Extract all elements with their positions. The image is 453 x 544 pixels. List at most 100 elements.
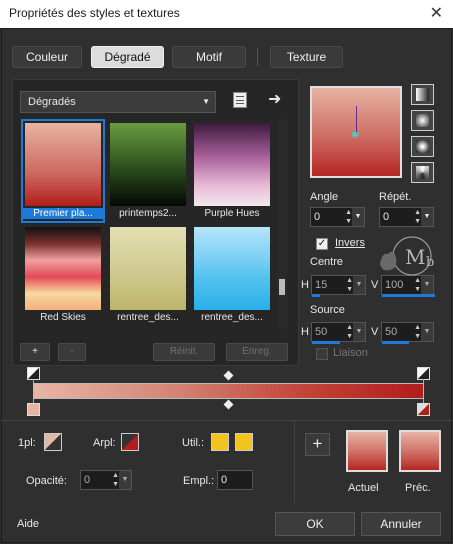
current-label: Actuel <box>348 482 379 494</box>
invert-label: Invers <box>335 237 365 249</box>
tab-couleur[interactable]: Couleur <box>12 46 82 68</box>
source-label: Source <box>310 304 345 316</box>
user-colors-label: Util.: <box>182 437 204 449</box>
sunburst-gradient-icon <box>416 140 429 153</box>
scrollbar-thumb[interactable] <box>279 279 285 295</box>
color-stop-end[interactable] <box>417 403 430 416</box>
window-title: Propriétés des styles et textures <box>9 6 180 20</box>
spin-arrows-icon[interactable]: ▲ ▼ <box>414 208 421 226</box>
gradient-item[interactable]: Premier pla... <box>21 119 105 223</box>
close-icon[interactable]: ✕ <box>430 3 443 23</box>
library-menu-icon[interactable] <box>233 92 247 108</box>
background-stop-swatch[interactable] <box>121 433 139 451</box>
source-h-slider[interactable] <box>312 341 340 344</box>
repeat-input[interactable]: 0 ▲ ▼ ▼ <box>379 207 434 227</box>
gradient-editor-bar[interactable] <box>33 383 424 399</box>
centre-h-label: H <box>301 279 309 291</box>
centre-v-slider[interactable] <box>382 294 435 297</box>
sunburst-style-button[interactable] <box>411 136 434 157</box>
source-v-input[interactable]: 50 ▲ ▼ ▼ <box>381 322 434 344</box>
spin-arrows-icon[interactable]: ▲ ▼ <box>346 276 353 294</box>
spin-arrows-icon[interactable]: ▲ ▼ <box>414 323 421 341</box>
repeat-label: Répét. <box>379 191 412 203</box>
previous-label: Préc. <box>405 482 431 494</box>
linear-gradient-icon <box>416 88 429 101</box>
centre-h-value: 15 <box>315 279 328 291</box>
source-v-label: V <box>371 326 379 338</box>
chevron-down-icon[interactable]: ▼ <box>353 323 365 341</box>
gradient-grid: Premier pla... printemps2... Purple Hues… <box>20 119 276 329</box>
mb-logo-watermark: M b <box>380 236 434 276</box>
linear-style-button[interactable] <box>411 84 434 105</box>
svg-text:b: b <box>426 255 434 270</box>
chevron-down-icon[interactable]: ▼ <box>421 208 433 226</box>
tab-texture[interactable]: Texture <box>270 46 343 68</box>
spin-arrows-icon[interactable]: ▲ ▼ <box>112 471 119 489</box>
tab-motif[interactable]: Motif <box>172 46 246 68</box>
gradient-item[interactable]: Purple Hues <box>192 121 272 221</box>
foreground-stop-label: 1pl: <box>18 437 36 449</box>
link-label: Liaison <box>333 347 368 359</box>
chevron-down-icon[interactable]: ▼ <box>353 276 365 294</box>
spin-arrows-icon[interactable]: ▲ ▼ <box>346 323 353 341</box>
divider <box>1 420 452 421</box>
chevron-down-icon[interactable]: ▼ <box>352 208 364 226</box>
previous-gradient-swatch[interactable] <box>399 430 441 472</box>
location-value: 0 <box>221 474 228 486</box>
angle-value: 0 <box>314 211 321 223</box>
user-color-swatch[interactable] <box>211 433 229 451</box>
chevron-down-icon[interactable]: ▼ <box>421 323 433 341</box>
gradient-item[interactable]: printemps2... <box>108 121 188 221</box>
center-handle-icon[interactable]: ✱ <box>351 130 359 141</box>
tab-degrade[interactable]: Dégradé <box>91 46 164 68</box>
rectangular-style-button[interactable] <box>411 110 434 131</box>
add-to-swatches-button[interactable]: + <box>305 433 330 456</box>
gradient-item-label: printemps2... <box>119 208 177 219</box>
invert-checkbox[interactable]: ✓ <box>316 238 328 250</box>
cancel-button[interactable]: Annuler <box>361 512 441 536</box>
color-stop-start[interactable] <box>27 403 40 416</box>
gradient-swatch <box>110 227 186 310</box>
add-gradient-button[interactable]: + <box>20 343 50 361</box>
radial-style-button[interactable] <box>411 162 434 183</box>
ok-button[interactable]: OK <box>275 512 355 536</box>
gradient-item[interactable]: rentree_des... <box>108 225 188 325</box>
opacity-input[interactable]: 0 ▲ ▼ ▼ <box>80 470 132 490</box>
gradient-item-label: rentree_des... <box>201 312 263 323</box>
gradient-preview[interactable]: ✱ <box>310 86 402 178</box>
angle-label: Angle <box>310 191 339 203</box>
arrow-right-icon[interactable]: ➜ <box>268 89 281 109</box>
location-input[interactable]: 0 <box>217 470 253 490</box>
repeat-value: 0 <box>383 211 390 223</box>
save-gradient-button[interactable]: Enreg. <box>226 343 288 361</box>
location-label: Empl.: <box>183 475 215 487</box>
gradient-item[interactable]: Red Skies <box>23 225 103 325</box>
angle-input[interactable]: 0 ▲ ▼ ▼ <box>310 207 365 227</box>
foreground-stop-swatch[interactable] <box>44 433 62 451</box>
source-h-value: 50 <box>315 326 328 338</box>
reset-button[interactable]: Réinit. <box>153 343 215 361</box>
remove-gradient-button[interactable]: - <box>58 343 86 361</box>
user-color-swatch[interactable] <box>235 433 253 451</box>
radial-gradient-icon <box>416 166 429 179</box>
gradient-swatch <box>194 123 270 206</box>
source-v-slider[interactable] <box>382 341 409 344</box>
centre-h-input[interactable]: 15 ▲ ▼ ▼ <box>311 275 366 297</box>
opacity-label: Opacité: <box>26 475 67 487</box>
current-gradient-swatch <box>346 430 388 472</box>
gradient-item[interactable]: rentree_des... <box>192 225 272 325</box>
source-h-label: H <box>301 326 309 338</box>
chevron-down-icon[interactable]: ▼ <box>119 471 131 489</box>
chevron-down-icon: ▼ <box>202 97 210 106</box>
source-h-input[interactable]: 50 ▲ ▼ ▼ <box>311 322 366 344</box>
gradient-swatch <box>110 123 186 206</box>
centre-h-slider[interactable] <box>312 294 320 297</box>
background-stop-label: Arpl: <box>93 437 116 449</box>
link-checkbox[interactable] <box>316 348 328 360</box>
gradient-scrollbar[interactable] <box>277 119 287 329</box>
spin-arrows-icon[interactable]: ▲ ▼ <box>345 208 352 226</box>
centre-label: Centre <box>310 256 344 268</box>
gradient-swatch <box>25 227 101 310</box>
help-link[interactable]: Aide <box>17 518 39 530</box>
gradient-category-select[interactable]: Dégradés ▼ <box>20 91 216 113</box>
